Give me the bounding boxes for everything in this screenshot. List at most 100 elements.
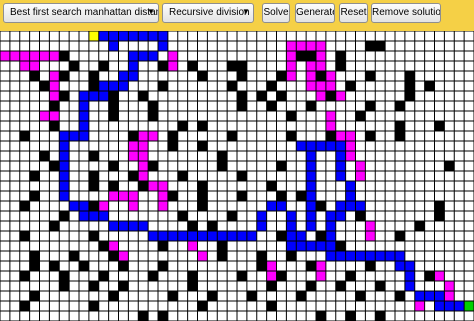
maze-cell-open[interactable] [316,181,326,191]
maze-cell-open[interactable] [99,111,109,121]
maze-cell-open[interactable] [227,191,237,201]
maze-cell-open[interactable] [464,211,474,221]
maze-cell-open[interactable] [277,211,286,221]
maze-cell-open[interactable] [178,91,188,101]
maze-cell-open[interactable] [464,261,474,271]
maze-cell-open[interactable] [207,81,217,91]
maze-cell-open[interactable] [454,251,464,261]
maze-cell-open[interactable] [395,91,405,101]
maze-cell-open[interactable] [198,31,207,41]
maze-cell-open[interactable] [0,81,10,91]
maze-cell-open[interactable] [227,261,237,271]
maze-cell-open[interactable] [198,151,207,161]
maze-cell-open[interactable] [326,151,336,161]
maze-cell-open[interactable] [237,51,247,61]
maze-cell-open[interactable] [59,301,69,311]
maze-cell-open[interactable] [49,171,59,181]
maze-cell-open[interactable] [99,141,109,151]
maze-cell-open[interactable] [138,271,148,281]
maze-cell-open[interactable] [69,111,79,121]
maze-cell-open[interactable] [69,121,79,131]
maze-cell-open[interactable] [10,101,20,111]
maze-cell-open[interactable] [188,261,198,271]
maze-cell-open[interactable] [119,241,128,251]
maze-cell-open[interactable] [188,211,198,221]
maze-cell-path[interactable] [148,31,158,41]
maze-cell-open[interactable] [128,311,138,321]
maze-cell-open[interactable] [10,31,20,41]
maze-cell-open[interactable] [435,91,444,101]
maze-cell-open[interactable] [227,111,237,121]
maze-cell-open[interactable] [158,271,168,281]
maze-cell-open[interactable] [128,91,138,101]
maze-cell-open[interactable] [267,131,277,141]
maze-cell-open[interactable] [267,31,277,41]
maze-cell-open[interactable] [0,271,10,281]
maze-cell-visited[interactable] [138,131,148,141]
maze-cell-open[interactable] [277,261,286,271]
maze-cell-open[interactable] [217,41,227,51]
maze-cell-open[interactable] [286,151,296,161]
maze-cell-open[interactable] [40,251,49,261]
maze-cell-open[interactable] [435,141,444,151]
maze-cell-open[interactable] [207,261,217,271]
maze-cell-open[interactable] [237,181,247,191]
maze-cell-open[interactable] [267,41,277,51]
maze-cell-open[interactable] [198,211,207,221]
maze-cell-path[interactable] [128,51,138,61]
maze-cell-visited[interactable] [435,271,444,281]
maze-cell-open[interactable] [148,311,158,321]
maze-cell-open[interactable] [257,301,267,311]
maze-cell-open[interactable] [109,51,119,61]
maze-cell-open[interactable] [79,71,89,81]
maze-cell-open[interactable] [237,151,247,161]
maze-cell-open[interactable] [385,241,395,251]
maze-cell-open[interactable] [207,251,217,261]
maze-cell-open[interactable] [405,151,415,161]
maze-cell-visited[interactable] [286,61,296,71]
maze-cell-open[interactable] [365,121,375,131]
maze-cell-open[interactable] [444,31,454,41]
maze-cell-open[interactable] [148,171,158,181]
maze-cell-open[interactable] [69,41,79,51]
maze-cell-path[interactable] [435,291,444,301]
maze-cell-open[interactable] [0,121,10,131]
maze-cell-open[interactable] [375,261,385,271]
maze-cell-open[interactable] [198,51,207,61]
maze-cell-open[interactable] [109,61,119,71]
maze-cell-open[interactable] [425,281,435,291]
maze-cell-open[interactable] [178,71,188,81]
maze-cell-open[interactable] [435,191,444,201]
maze-cell-path[interactable] [306,191,316,201]
maze-cell-open[interactable] [217,221,227,231]
maze-cell-open[interactable] [346,291,356,301]
maze-cell-path[interactable] [296,231,306,241]
maze-cell-open[interactable] [89,311,99,321]
maze-cell-open[interactable] [237,311,247,321]
maze-cell-open[interactable] [109,281,119,291]
maze-cell-open[interactable] [336,81,346,91]
maze-cell-path[interactable] [128,31,138,41]
maze-cell-open[interactable] [217,191,227,201]
maze-cell-open[interactable] [415,171,425,181]
maze-cell-visited[interactable] [40,111,49,121]
maze-cell-open[interactable] [385,121,395,131]
maze-cell-open[interactable] [385,51,395,61]
maze-cell-open[interactable] [277,131,286,141]
maze-cell-open[interactable] [207,121,217,131]
maze-cell-open[interactable] [415,211,425,221]
maze-cell-open[interactable] [425,201,435,211]
maze-cell-open[interactable] [128,161,138,171]
maze-cell-open[interactable] [435,81,444,91]
maze-cell-open[interactable] [385,111,395,121]
maze-cell-open[interactable] [227,91,237,101]
maze-cell-open[interactable] [405,301,415,311]
maze-cell-open[interactable] [89,121,99,131]
maze-cell-open[interactable] [257,81,267,91]
maze-cell-path[interactable] [138,31,148,41]
maze-cell-open[interactable] [356,141,365,151]
maze-cell-open[interactable] [168,91,178,101]
maze-cell-open[interactable] [40,91,49,101]
maze-cell-open[interactable] [356,121,365,131]
maze-cell-open[interactable] [385,171,395,181]
